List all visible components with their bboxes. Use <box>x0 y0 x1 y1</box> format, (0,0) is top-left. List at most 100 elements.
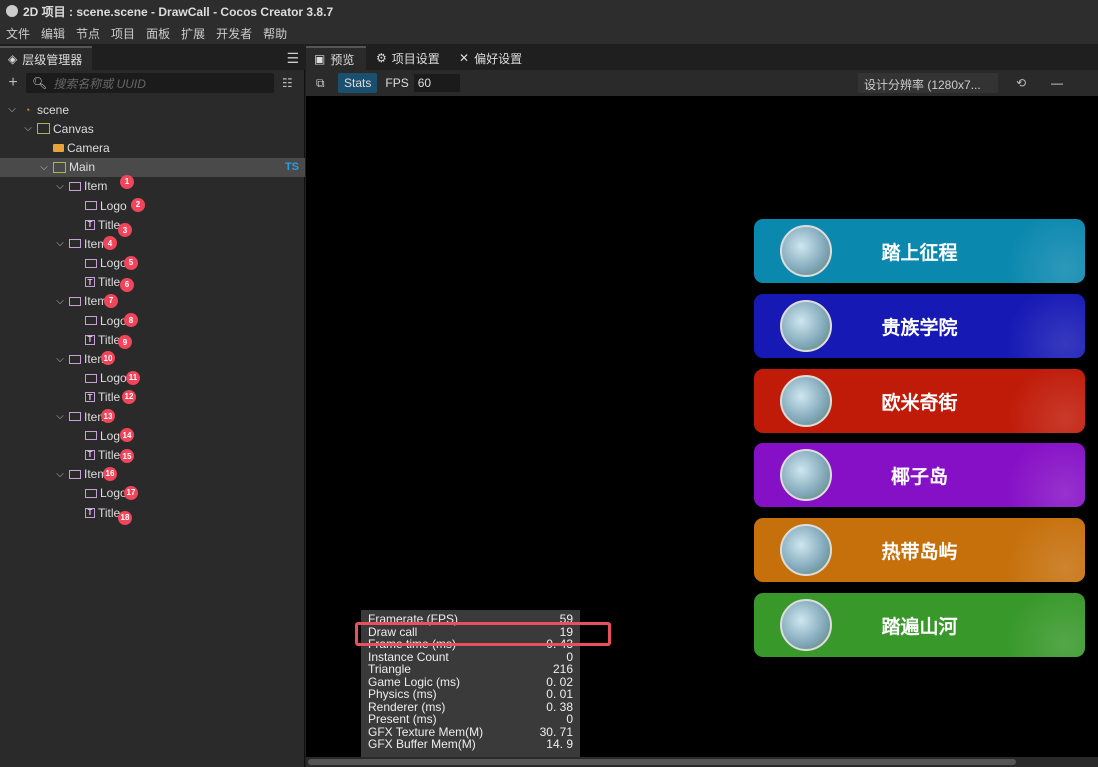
tree-node-title[interactable]: T Title 9 <box>0 330 305 350</box>
tree-node-logo[interactable]: Logo 11 <box>0 369 305 388</box>
tree-node-logo[interactable]: Logo 17 <box>0 484 305 503</box>
add-node-button[interactable]: + <box>0 74 26 92</box>
scrollbar-thumb[interactable] <box>308 759 1016 765</box>
card-title: 贵族学院 <box>881 317 958 339</box>
node-label: Title <box>98 217 121 232</box>
tree-node-title[interactable]: T Title 6 <box>0 273 305 292</box>
tree-node-logo[interactable]: Logo 5 <box>0 254 305 273</box>
game-viewport[interactable]: Framerate (FPS) 59 Draw call 19 Frame time (… <box>306 96 1098 757</box>
horizontal-scrollbar[interactable] <box>306 757 1098 767</box>
hierarchy-toolbar: + 🔍︎ 搜索名称或 UUID ☷ <box>0 70 305 96</box>
node-label: scene <box>37 102 70 117</box>
tree-node-camera[interactable]: Camera <box>0 138 305 157</box>
tree-node-item[interactable]: ⌵ Item 13 <box>0 407 305 426</box>
rotate-icon[interactable]: ⟲ <box>1016 76 1026 90</box>
fps-label: FPS <box>385 76 409 90</box>
menu-item[interactable]: 开发者 <box>216 25 252 42</box>
hierarchy-header: ◈ 层级管理器 ☰ <box>0 46 305 70</box>
tree-node-title[interactable]: T Title 3 <box>0 215 305 238</box>
screenshot-icon[interactable]: ⧉ <box>316 76 325 91</box>
tree-node-item[interactable]: ⌵ Item 4 <box>0 234 305 253</box>
stats-key: Present (ms) <box>368 712 437 726</box>
tree-node-logo[interactable]: Logo 8 <box>0 311 305 330</box>
sprite-icon <box>69 354 81 364</box>
menu-item[interactable]: 帮助 <box>263 25 287 42</box>
chevron-down-icon[interactable]: ⌵ <box>54 469 66 480</box>
tree-node-title[interactable]: T Title 15 <box>0 445 305 464</box>
menu-item[interactable]: 扩展 <box>181 25 205 42</box>
tree-node-title[interactable]: T Title 18 <box>0 503 305 525</box>
preview-tabs: ▣ 预览 ⚙ 项目设置 ✕ 偏好设置 <box>306 46 1098 70</box>
label-icon: T <box>85 334 95 345</box>
sprite-icon <box>85 201 97 211</box>
layers-icon: ◈ <box>8 52 18 66</box>
tree-node-main[interactable]: ⌵ Main TS <box>0 157 305 177</box>
card-title: 踏上征程 <box>881 242 958 264</box>
stats-row: GFX Buffer Mem(M) 14. 9 <box>368 738 573 751</box>
menu-card[interactable]: 踏遍山河 <box>754 593 1085 657</box>
tab-project-settings[interactable]: ⚙ 项目设置 <box>368 46 448 70</box>
tab-hierarchy[interactable]: ◈ 层级管理器 <box>0 46 92 70</box>
stats-row: Triangle 216 <box>368 663 573 676</box>
label-icon: T <box>85 392 95 403</box>
count-badge: 10 <box>101 351 115 366</box>
resolution-select[interactable]: 设计分辨率 (1280x7... ⌄ <box>858 73 998 107</box>
chevron-down-icon[interactable]: ⌵ <box>54 354 66 365</box>
chevron-down-icon[interactable]: ⌵ <box>54 238 66 249</box>
tree-node-item[interactable]: ⌵ Item 16 <box>0 465 305 484</box>
label-icon: T <box>85 219 95 230</box>
count-badge: 12 <box>122 389 136 404</box>
menu-item[interactable]: 节点 <box>76 25 100 42</box>
menu-card[interactable]: 踏上征程 <box>754 219 1085 283</box>
chevron-down-icon[interactable]: ⌵ <box>54 296 66 307</box>
search-input[interactable]: 🔍︎ 搜索名称或 UUID <box>26 73 274 93</box>
tree-node-logo[interactable]: Logo 14 <box>0 426 305 445</box>
sprite-icon <box>85 488 97 498</box>
tree-node-logo[interactable]: Logo 2 <box>0 196 305 215</box>
tab-preview[interactable]: ▣ 预览 <box>306 46 366 70</box>
tree-node-canvas[interactable]: ⌵ Canvas <box>0 119 305 138</box>
camera-icon <box>53 143 64 152</box>
tree-node-title[interactable]: T Title 12 <box>0 388 305 407</box>
sort-icon[interactable]: ☷ <box>282 76 293 90</box>
fps-input[interactable]: 60 <box>413 74 460 92</box>
tree-node-scene[interactable]: ⌵ ◔ scene <box>0 100 305 119</box>
typescript-badge: TS <box>284 161 299 174</box>
chevron-down-icon[interactable]: ⌵ <box>54 181 66 192</box>
sprite-icon <box>85 431 97 441</box>
count-badge: 16 <box>103 466 117 481</box>
preview-icon: ▣ <box>314 52 326 66</box>
tree-node-item[interactable]: ⌵ Item 1 <box>0 174 305 196</box>
menu-card[interactable]: 椰子岛 <box>754 443 1085 507</box>
count-badge: 8 <box>124 313 138 328</box>
node-tree: ⌵ ◔ scene ⌵ Canvas Camera ⌵ Main TS ⌵ Item 1 Logo 2 T T… <box>0 100 305 525</box>
menu-icon[interactable]: ☰ <box>286 50 299 67</box>
stats-button[interactable]: Stats <box>338 73 378 93</box>
node-label: Title <box>98 447 121 462</box>
chevron-down-icon[interactable]: ⌵ <box>38 162 50 173</box>
chevron-down-icon[interactable]: ⌵ <box>6 104 18 115</box>
zoom-out-button[interactable]: — <box>1051 76 1063 90</box>
tab-preferences[interactable]: ✕ 偏好设置 <box>451 46 530 70</box>
menu-card[interactable]: 欧米奇街 <box>754 369 1085 433</box>
menu-item[interactable]: 编辑 <box>41 25 65 42</box>
menu-item[interactable]: 文件 <box>6 25 30 42</box>
count-badge: 2 <box>131 197 145 212</box>
stats-value: 0. 01 <box>546 687 573 701</box>
tree-node-item[interactable]: ⌵ Item 10 <box>0 349 305 368</box>
tree-node-item[interactable]: ⌵ Item 7 <box>0 292 305 311</box>
chevron-down-icon[interactable]: ⌵ <box>22 123 34 134</box>
gear-icon: ⚙ <box>376 51 387 65</box>
menu-card[interactable]: 贵族学院 <box>754 294 1085 358</box>
chevron-down-icon[interactable]: ⌵ <box>54 411 66 422</box>
menu-item[interactable]: 项目 <box>111 25 135 42</box>
sprite-icon <box>85 316 97 326</box>
sprite-icon <box>69 412 81 422</box>
menu-bar: 文件 编辑 节点 项目 面板 扩展 开发者 帮助 <box>0 22 1098 44</box>
count-badge: 15 <box>120 449 134 464</box>
hierarchy-panel: ◈ 层级管理器 ☰ + 🔍︎ 搜索名称或 UUID ☷ ⌵ ◔ scene ⌵ Canvas… <box>0 46 305 767</box>
draw-call-highlight <box>355 622 611 646</box>
menu-card[interactable]: 热带岛屿 <box>754 518 1085 582</box>
menu-item[interactable]: 面板 <box>146 25 170 42</box>
node-label: Logo <box>100 256 127 271</box>
